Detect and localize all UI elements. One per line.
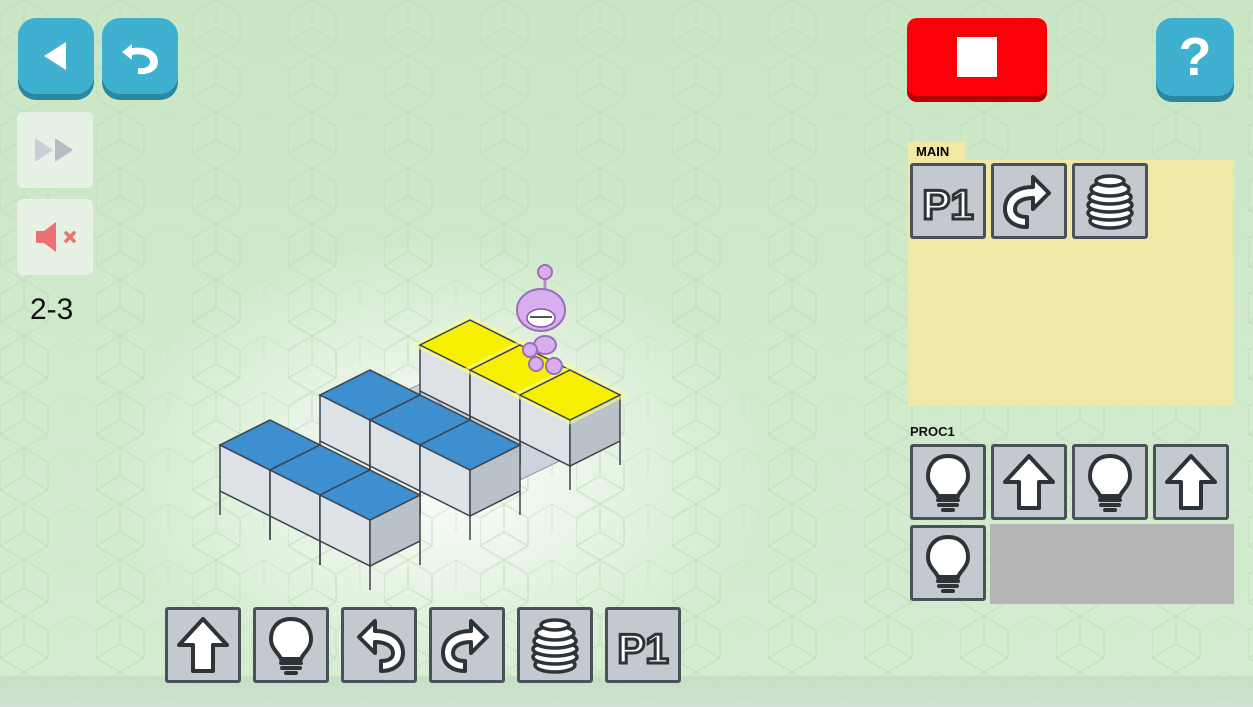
main-command-turn-right[interactable]	[991, 163, 1067, 239]
toolbar-command-light[interactable]	[253, 607, 329, 683]
main-command-spring[interactable]	[1072, 163, 1148, 239]
svg-text:P1: P1	[617, 625, 668, 672]
turn-right-icon	[441, 619, 489, 673]
proc1-command-forward[interactable]	[1153, 444, 1229, 520]
board-tile-blue	[318, 469, 422, 590]
turn-right-icon	[1003, 175, 1051, 229]
forward-icon	[177, 617, 229, 673]
light-icon	[925, 534, 971, 593]
spring-icon	[1086, 174, 1134, 230]
stop-icon	[957, 37, 997, 77]
help-icon: ?	[1178, 27, 1212, 87]
proc1-command-light[interactable]	[910, 525, 986, 601]
toolbar-command-forward[interactable]	[165, 607, 241, 683]
main-command-p1[interactable]: P1	[910, 163, 986, 239]
light-icon	[268, 616, 314, 675]
toolbar-command-turn-left[interactable]	[341, 607, 417, 683]
toolbar-command-turn-right[interactable]	[429, 607, 505, 683]
toolbar-command-spring[interactable]	[517, 607, 593, 683]
help-button[interactable]: ?	[1156, 18, 1234, 96]
turn-left-icon	[357, 619, 405, 673]
main-label: MAIN	[908, 142, 966, 162]
proc1-label: PROC1	[910, 424, 955, 439]
proc1-command-forward[interactable]	[991, 444, 1067, 520]
proc1-empty-slots[interactable]	[990, 524, 1234, 604]
board-tile-blue	[418, 419, 522, 540]
stop-button[interactable]	[907, 18, 1047, 96]
svg-text:P1: P1	[922, 181, 973, 228]
p1-icon: P1	[616, 624, 670, 674]
spring-icon	[531, 618, 579, 674]
light-icon	[925, 453, 971, 512]
light-icon	[1087, 453, 1133, 512]
proc1-command-light[interactable]	[1072, 444, 1148, 520]
toolbar-command-p1[interactable]: P1	[605, 607, 681, 683]
p1-icon: P1	[921, 180, 975, 230]
forward-icon	[1003, 454, 1055, 510]
proc1-command-light[interactable]	[910, 444, 986, 520]
forward-icon	[1165, 454, 1217, 510]
